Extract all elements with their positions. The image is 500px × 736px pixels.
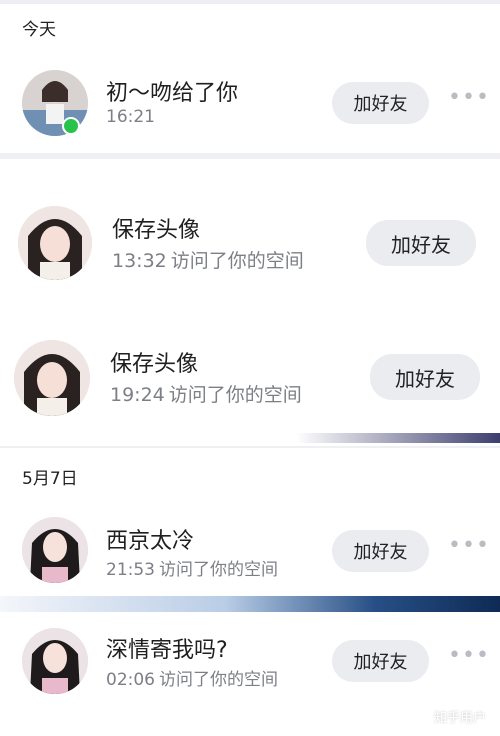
contact-name: 初～吻给了你 [106, 81, 239, 106]
add-friend-button[interactable]: 加好友 [332, 82, 429, 124]
more-dots-icon[interactable]: ••• [448, 533, 490, 558]
avatar[interactable] [22, 517, 88, 583]
visit-meta: 02:06 访问了你的空间 [106, 665, 278, 690]
section-header-may7: 5月7日 [22, 469, 78, 489]
visit-time: 13:32 [112, 250, 167, 272]
visit-action: 访问了你的空间 [159, 560, 278, 580]
add-friend-button[interactable]: 加好友 [366, 220, 476, 266]
avatar[interactable] [14, 340, 90, 416]
visit-time: 16:21 [106, 107, 155, 127]
decorative-strip [296, 433, 500, 443]
list-item[interactable]: 保存头像 19:24 访问了你的空间 加好友 [0, 322, 500, 434]
visit-meta: 16:21 [106, 107, 159, 127]
list-item[interactable]: 初～吻给了你 16:21 加好友 ••• [0, 55, 500, 151]
visit-meta: 19:24 访问了你的空间 [110, 380, 302, 407]
list-item[interactable]: 西京太冷 21:53 访问了你的空间 加好友 ••• [0, 505, 500, 597]
visit-action: 访问了你的空间 [168, 384, 302, 406]
list-item[interactable]: 保存头像 13:32 访问了你的空间 加好友 [0, 188, 500, 300]
add-friend-button[interactable]: 加好友 [370, 354, 480, 400]
visit-action: 访问了你的空间 [170, 250, 304, 272]
visit-time: 02:06 [106, 670, 155, 690]
avatar[interactable] [22, 628, 88, 694]
add-friend-button[interactable]: 加好友 [332, 640, 429, 682]
top-divider [0, 0, 500, 4]
add-friend-button[interactable]: 加好友 [332, 530, 429, 572]
contact-name: 西京太冷 [106, 529, 195, 554]
list-item[interactable]: 深情寄我吗? 02:06 访问了你的空间 加好友 ••• [0, 614, 500, 710]
avatar[interactable] [18, 206, 92, 280]
watermark: 知乎用户 [433, 711, 486, 726]
wechat-badge-icon [62, 117, 80, 135]
section-header-today: 今天 [22, 20, 56, 40]
visit-meta: 21:53 访问了你的空间 [106, 555, 278, 580]
visit-action: 访问了你的空间 [159, 670, 278, 690]
more-dots-icon[interactable]: ••• [448, 643, 490, 668]
contact-name: 保存头像 [110, 352, 199, 377]
contact-name: 深情寄我吗? [106, 638, 228, 663]
visit-time: 21:53 [106, 560, 155, 580]
visit-time: 19:24 [110, 384, 165, 406]
divider [0, 446, 500, 448]
divider [0, 153, 500, 159]
contact-name: 保存头像 [112, 218, 201, 243]
more-dots-icon[interactable]: ••• [448, 85, 490, 110]
decorative-banner-strip [0, 596, 500, 612]
visit-meta: 13:32 访问了你的空间 [112, 246, 304, 273]
